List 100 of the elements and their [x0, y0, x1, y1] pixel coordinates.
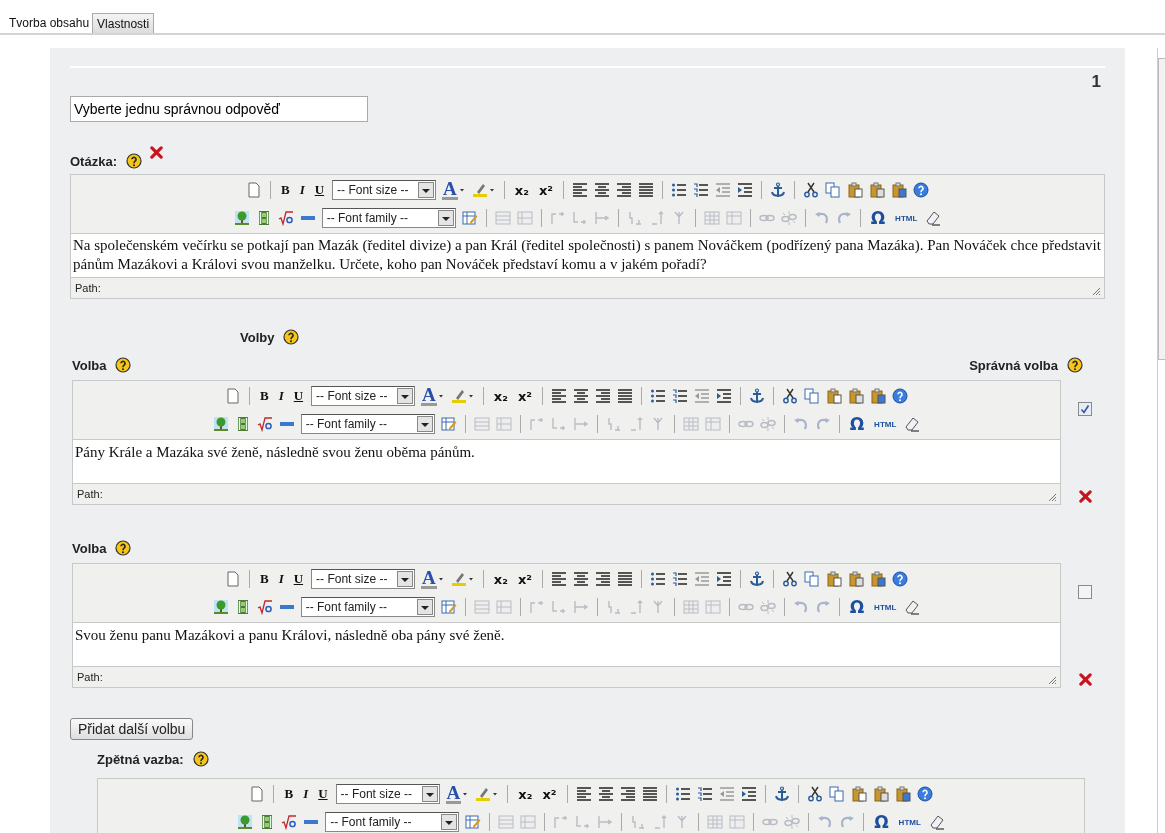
resize-grip-icon[interactable] — [1047, 492, 1057, 502]
table-cell-icon[interactable] — [550, 416, 567, 432]
help-icon[interactable] — [892, 388, 908, 404]
tree-picture-icon[interactable] — [237, 814, 254, 830]
align-center-icon[interactable] — [573, 571, 589, 587]
italic-button[interactable]: I — [297, 182, 307, 198]
outdent-icon[interactable] — [694, 388, 710, 404]
paste-word-icon[interactable] — [870, 388, 886, 404]
outdent-icon[interactable] — [718, 786, 735, 802]
special-character-button[interactable]: Ω — [868, 208, 888, 228]
superscript-button[interactable]: x² — [515, 388, 534, 404]
bold-button[interactable]: B — [257, 388, 271, 404]
correct-checkbox[interactable] — [1078, 402, 1092, 416]
special-character-button[interactable]: Ω — [847, 597, 867, 617]
align-center-icon[interactable] — [594, 182, 610, 198]
table-edit-icon[interactable] — [440, 416, 457, 432]
table-edit-icon[interactable] — [461, 210, 478, 226]
numbered-list-icon[interactable] — [672, 388, 688, 404]
table-cell-icon[interactable] — [550, 599, 567, 615]
paste-text-icon[interactable] — [872, 786, 889, 802]
underline-button[interactable]: U — [312, 182, 327, 198]
align-center-icon[interactable] — [597, 786, 614, 802]
italic-button[interactable]: I — [276, 571, 286, 587]
tree-picture-icon[interactable] — [212, 416, 229, 432]
table-cell-icon[interactable] — [549, 210, 566, 226]
copy-icon[interactable] — [825, 182, 841, 198]
superscript-button[interactable]: x² — [540, 786, 559, 802]
font-color-button[interactable]: A — [421, 569, 437, 589]
table-edit-icon[interactable] — [465, 814, 482, 830]
formula-icon[interactable] — [256, 416, 273, 432]
html-button[interactable]: HTML — [896, 817, 923, 827]
scissors-icon[interactable] — [782, 571, 798, 587]
indent-icon[interactable] — [737, 182, 753, 198]
new-document-icon[interactable] — [249, 786, 266, 802]
align-left-icon[interactable] — [551, 571, 567, 587]
tab[interactable]: Tvorba obsahu — [6, 14, 93, 33]
anchor-icon[interactable] — [749, 571, 765, 587]
align-right-icon[interactable] — [595, 571, 611, 587]
font-family-select[interactable]: -- Font family -- — [300, 597, 435, 617]
clipboard-icon[interactable] — [847, 182, 863, 198]
help-icon[interactable] — [916, 786, 933, 802]
highlighter-icon[interactable] — [471, 182, 488, 198]
copy-icon[interactable] — [804, 571, 820, 587]
title-field[interactable]: Vyberte jednu správnou odpověď — [70, 96, 368, 122]
font-family-select[interactable]: -- Font family -- — [321, 208, 456, 228]
anchor-icon[interactable] — [770, 182, 786, 198]
font-color-button[interactable]: A — [421, 386, 437, 406]
special-character-button[interactable]: Ω — [847, 414, 867, 434]
paste-word-icon[interactable] — [870, 571, 886, 587]
clipboard-icon[interactable] — [826, 388, 842, 404]
justify-icon[interactable] — [638, 182, 654, 198]
table-edit-icon[interactable] — [440, 599, 457, 615]
clipboard-icon[interactable] — [826, 571, 842, 587]
help-icon[interactable] — [115, 540, 132, 556]
delete-icon[interactable] — [1078, 490, 1092, 503]
table-cell-icon[interactable] — [571, 210, 588, 226]
help-icon[interactable] — [283, 329, 300, 345]
scissors-icon[interactable] — [803, 182, 819, 198]
outdent-icon[interactable] — [715, 182, 731, 198]
subscript-button[interactable]: x₂ — [512, 182, 531, 198]
font-size-select[interactable]: -- Font size -- — [332, 180, 437, 200]
underline-button[interactable]: U — [316, 786, 330, 802]
highlighter-icon[interactable] — [450, 571, 467, 587]
bold-button[interactable]: B — [278, 182, 292, 198]
table-cell-icon[interactable] — [528, 416, 545, 432]
help-icon[interactable] — [192, 751, 209, 767]
scissors-icon[interactable] — [782, 388, 798, 404]
indent-icon[interactable] — [716, 388, 732, 404]
align-right-icon[interactable] — [616, 182, 632, 198]
editor-text-area[interactable]: Svou ženu panu Mazákovi a panu Královi, následně oba pány své ženě. — [73, 622, 1060, 667]
delete-icon[interactable] — [1078, 673, 1092, 686]
align-right-icon[interactable] — [595, 388, 611, 404]
paste-text-icon[interactable] — [848, 571, 864, 587]
tab[interactable]: Vlastnosti — [92, 13, 155, 33]
eraser-icon[interactable] — [928, 814, 945, 830]
table-cell-icon[interactable] — [575, 814, 592, 830]
superscript-button[interactable]: x² — [515, 571, 534, 587]
bullet-list-icon[interactable] — [671, 182, 687, 198]
underline-button[interactable]: U — [291, 571, 306, 587]
eraser-icon[interactable] — [904, 416, 921, 432]
eraser-icon[interactable] — [904, 599, 921, 615]
subscript-button[interactable]: x₂ — [516, 786, 535, 802]
scissors-icon[interactable] — [806, 786, 823, 802]
subscript-button[interactable]: x₂ — [491, 571, 510, 587]
superscript-button[interactable]: x² — [536, 182, 555, 198]
justify-icon[interactable] — [617, 388, 633, 404]
formula-icon[interactable] — [281, 814, 298, 830]
help-icon[interactable] — [913, 182, 929, 198]
align-left-icon[interactable] — [572, 182, 588, 198]
align-center-icon[interactable] — [573, 388, 589, 404]
html-button[interactable]: HTML — [872, 602, 899, 612]
numbered-list-icon[interactable] — [696, 786, 713, 802]
add-choice-button[interactable]: Přidat další volbu — [70, 718, 194, 740]
resize-grip-icon[interactable] — [1047, 675, 1057, 685]
html-button[interactable]: HTML — [872, 419, 899, 429]
eraser-icon[interactable] — [925, 210, 942, 226]
justify-icon[interactable] — [617, 571, 633, 587]
paste-word-icon[interactable] — [891, 182, 907, 198]
bold-button[interactable]: B — [257, 571, 271, 587]
underline-button[interactable]: U — [291, 388, 306, 404]
